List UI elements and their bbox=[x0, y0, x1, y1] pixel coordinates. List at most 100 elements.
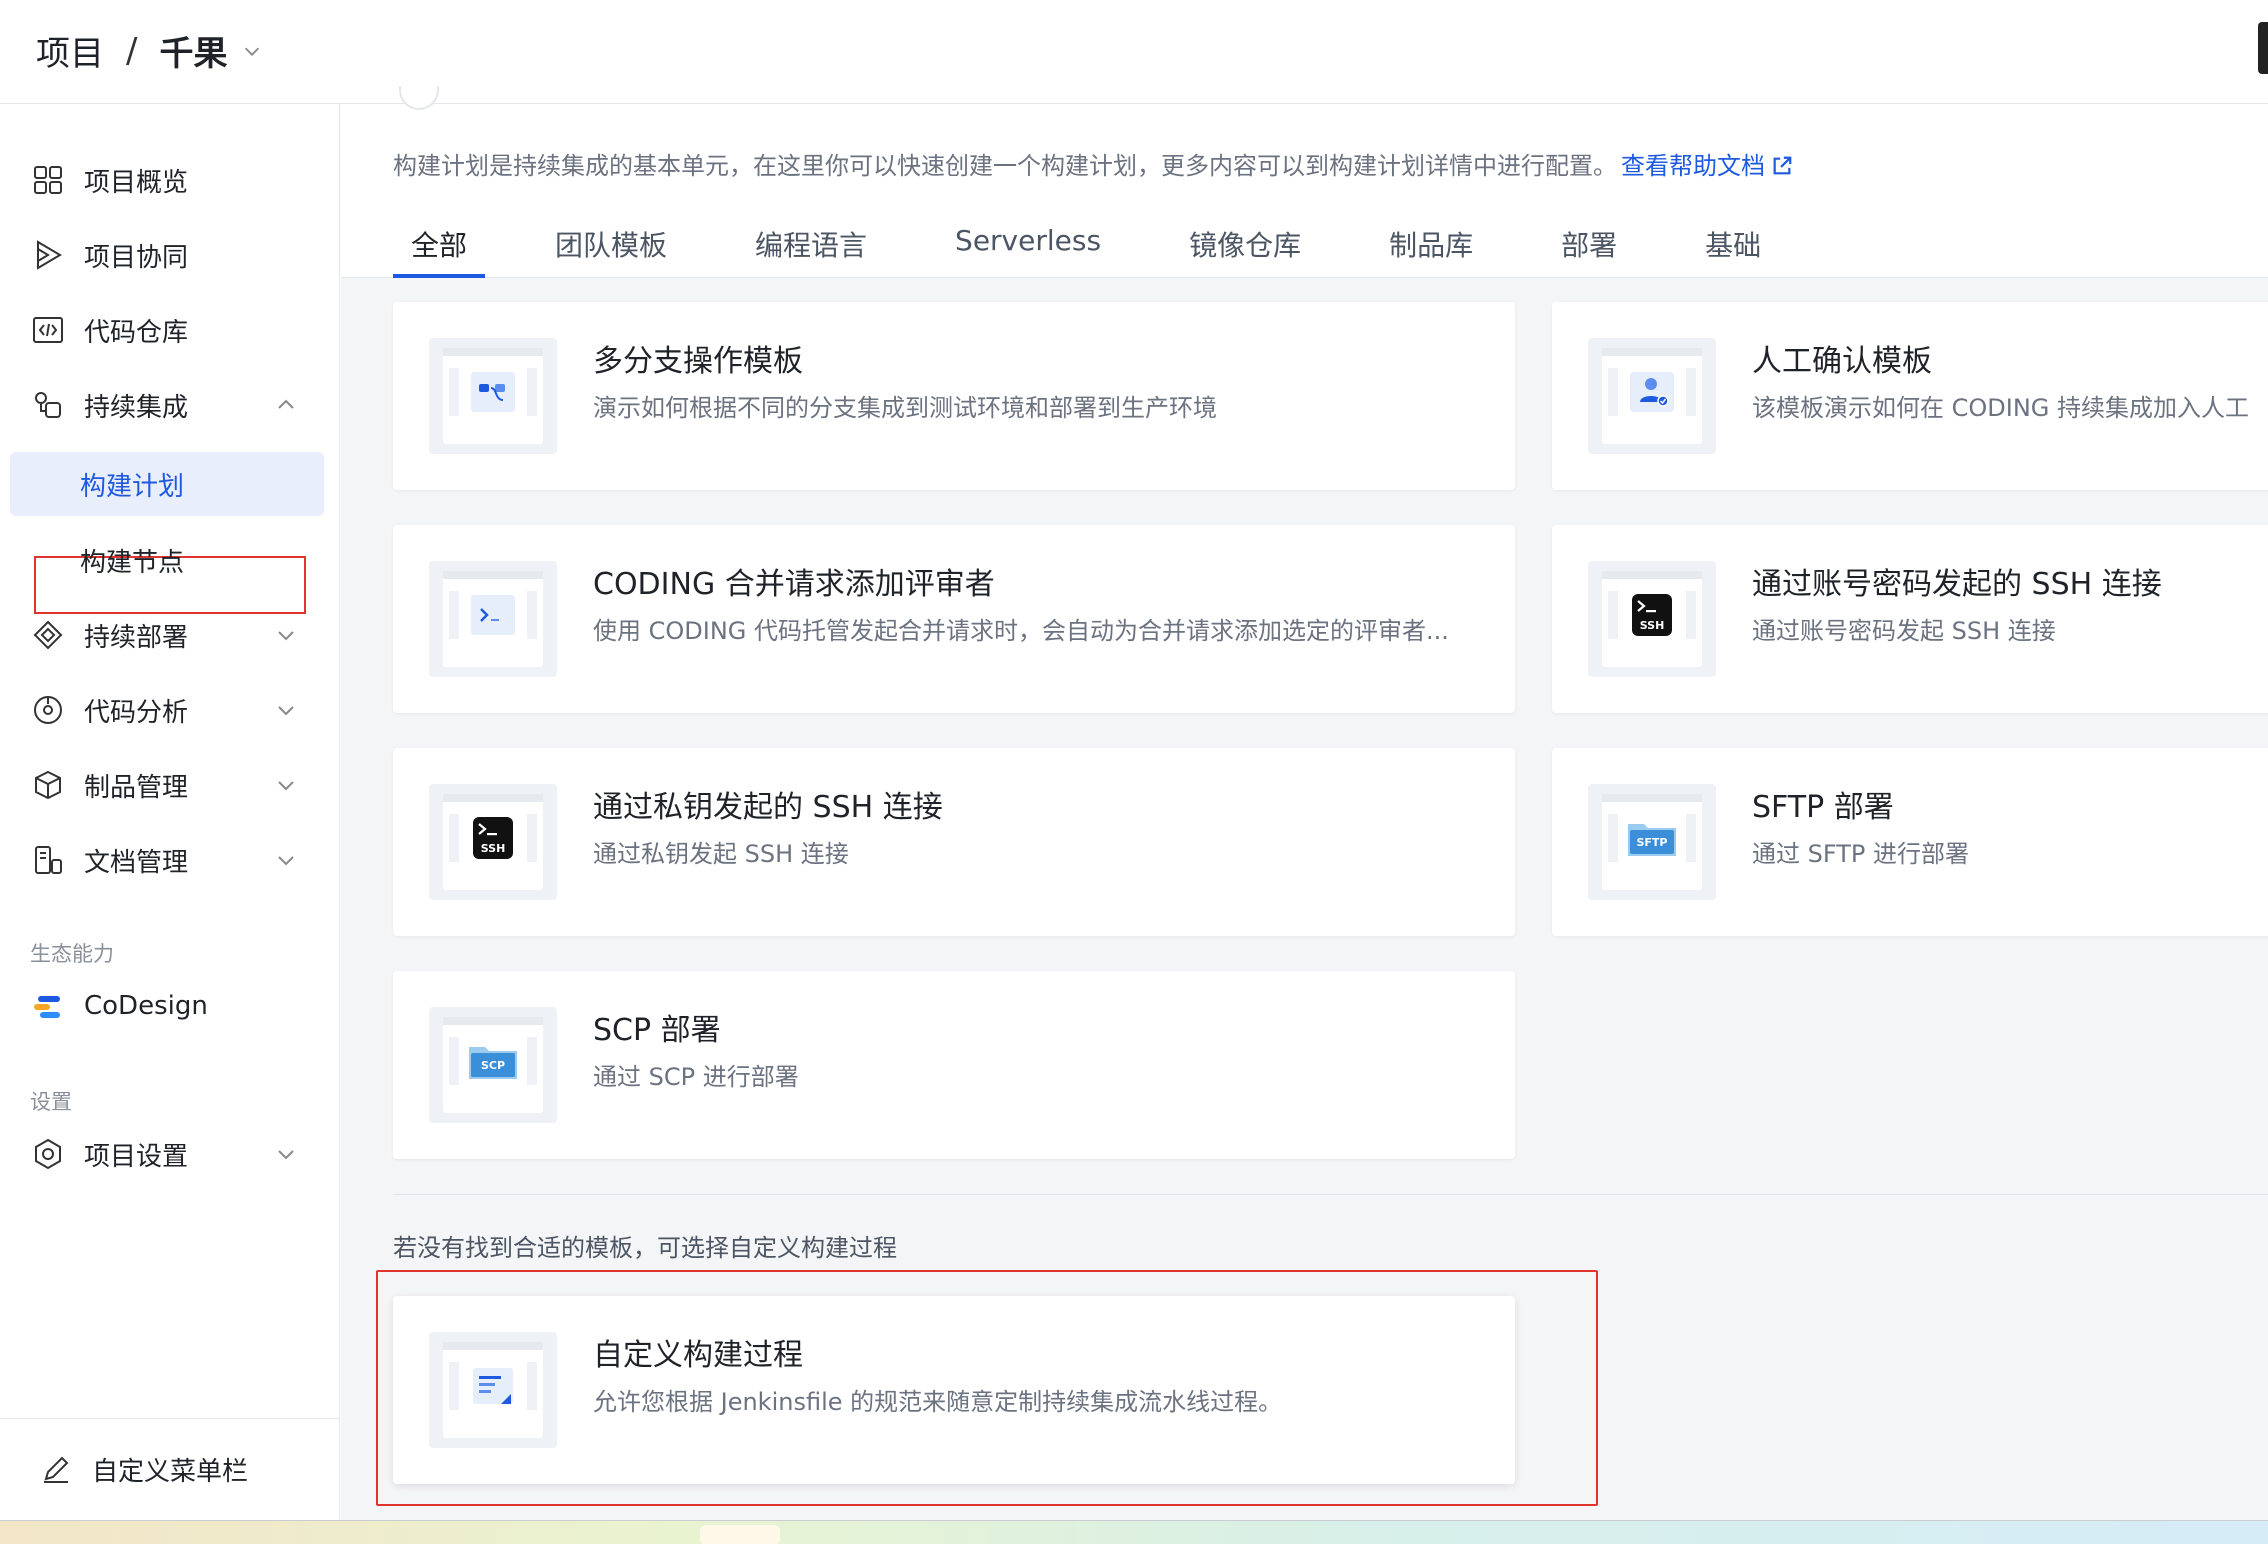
sidebar-subitem-label: 构建计划 bbox=[80, 471, 185, 502]
template-card-manual-confirm[interactable]: 人工确认模板 该模板演示如何在 CODING 持续集成加入人工 bbox=[1552, 302, 2268, 490]
tab-serverless[interactable]: Serverless bbox=[937, 216, 1119, 278]
tab-image-registry[interactable]: 镜像仓库 bbox=[1171, 216, 1319, 278]
sidebar-item-overview[interactable]: 项目概览 bbox=[0, 148, 340, 212]
template-title: 人工确认模板 bbox=[1752, 344, 1932, 379]
sidebar-item-label: 持续部署 bbox=[84, 622, 189, 653]
customize-menu-label: 自定义菜单栏 bbox=[92, 1457, 249, 1487]
codesign-logo-icon bbox=[30, 988, 66, 1024]
sidebar-item-project-settings[interactable]: 项目设置 bbox=[0, 1122, 340, 1186]
template-thumbnail bbox=[1588, 338, 1716, 454]
branch-icon bbox=[461, 362, 525, 422]
grid-icon bbox=[30, 162, 66, 198]
custom-build-title: 自定义构建过程 bbox=[593, 1338, 803, 1373]
template-card-multi-branch[interactable]: 多分支操作模板 演示如何根据不同的分支集成到测试环境和部署到生产环境 bbox=[393, 302, 1515, 490]
sidebar-item-artifacts[interactable]: 制品管理 bbox=[0, 753, 340, 817]
sidebar-item-ci[interactable]: 持续集成 bbox=[0, 373, 340, 437]
section-label-settings: 设置 bbox=[30, 1090, 72, 1114]
breadcrumb-section[interactable]: 项目 bbox=[36, 26, 104, 75]
template-thumbnail bbox=[429, 338, 557, 454]
template-title: 通过账号密码发起的 SSH 连接 bbox=[1752, 567, 2162, 602]
ci-icon bbox=[30, 387, 66, 423]
template-desc: 通过账号密码发起 SSH 连接 bbox=[1752, 617, 2056, 645]
main-header: 构建计划是持续集成的基本单元，在这里你可以快速创建一个构建计划，更多内容可以到构… bbox=[341, 86, 2268, 278]
sidebar-item-code-analysis[interactable]: 代码分析 bbox=[0, 678, 340, 742]
section-divider bbox=[393, 1194, 2268, 1195]
sidebar-item-label: 项目协同 bbox=[84, 242, 189, 273]
template-card-ssh-password[interactable]: SSH 通过账号密码发起的 SSH 连接 通过账号密码发起 SSH 连接 bbox=[1552, 525, 2268, 713]
template-card-merge-request-reviewers[interactable]: CODING 合并请求添加评审者 使用 CODING 代码托管发起合并请求时，会… bbox=[393, 525, 1515, 713]
document-edit-icon bbox=[461, 1356, 525, 1416]
template-thumbnail bbox=[429, 561, 557, 677]
sidebar-item-collaboration[interactable]: 项目协同 bbox=[0, 223, 340, 287]
main-content: 构建计划是持续集成的基本单元，在这里你可以快速创建一个构建计划，更多内容可以到构… bbox=[341, 86, 2268, 1520]
top-bar: 项目 / 千果 bbox=[0, 0, 2268, 104]
chevron-down-icon[interactable] bbox=[274, 1142, 298, 1166]
docs-icon bbox=[30, 842, 66, 878]
chevron-down-icon[interactable] bbox=[274, 773, 298, 797]
template-title: 多分支操作模板 bbox=[593, 344, 803, 379]
custom-build-desc: 允许您根据 Jenkinsfile 的规范来随意定制持续集成流水线过程。 bbox=[593, 1388, 1283, 1416]
custom-build-card[interactable]: 自定义构建过程 允许您根据 Jenkinsfile 的规范来随意定制持续集成流水… bbox=[393, 1296, 1515, 1484]
sidebar-item-cd[interactable]: 持续部署 bbox=[0, 603, 340, 667]
settings-hexagon-icon bbox=[30, 1136, 66, 1172]
sidebar-item-codesign[interactable]: CoDesign bbox=[0, 974, 340, 1038]
intro-text: 构建计划是持续集成的基本单元，在这里你可以快速创建一个构建计划，更多内容可以到构… bbox=[393, 146, 1793, 181]
chevron-down-icon[interactable] bbox=[274, 698, 298, 722]
sidebar-item-label: CoDesign bbox=[84, 991, 208, 1021]
template-title: 通过私钥发起的 SSH 连接 bbox=[593, 790, 943, 825]
breadcrumb-separator: / bbox=[126, 30, 138, 71]
tab-languages[interactable]: 编程语言 bbox=[737, 216, 885, 278]
template-thumbnail: SSH bbox=[1588, 561, 1716, 677]
chevron-up-icon[interactable] bbox=[274, 393, 298, 417]
package-icon bbox=[30, 767, 66, 803]
tab-artifact-repo[interactable]: 制品库 bbox=[1371, 216, 1491, 278]
sidebar-item-label: 代码分析 bbox=[84, 697, 189, 728]
breadcrumb: 项目 / 千果 bbox=[36, 26, 267, 75]
sidebar-item-label: 文档管理 bbox=[84, 847, 189, 878]
template-thumbnail bbox=[429, 1332, 557, 1448]
template-desc: 通过私钥发起 SSH 连接 bbox=[593, 840, 849, 868]
tab-all[interactable]: 全部 bbox=[393, 216, 486, 278]
chevron-down-icon[interactable] bbox=[274, 623, 298, 647]
tab-basic[interactable]: 基础 bbox=[1687, 216, 1779, 278]
partial-circle-element bbox=[399, 86, 439, 110]
sidebar-item-docs[interactable]: 文档管理 bbox=[0, 828, 340, 892]
analysis-icon bbox=[30, 692, 66, 728]
sidebar-subitem-label: 构建节点 bbox=[80, 547, 185, 578]
sidebar-item-label: 项目设置 bbox=[84, 1141, 189, 1172]
template-card-scp-deploy[interactable]: SCP SCP 部署 通过 SCP 进行部署 bbox=[393, 971, 1515, 1159]
sftp-badge-text: SFTP bbox=[1636, 836, 1667, 849]
chevron-down-icon[interactable] bbox=[274, 848, 298, 872]
template-tabs: 全部 团队模板 编程语言 Serverless 镜像仓库 制品库 部署 基础 bbox=[393, 216, 1831, 278]
top-right-edge-element bbox=[2258, 22, 2268, 74]
sidebar-item-label: 项目概览 bbox=[84, 167, 189, 198]
template-card-sftp-deploy[interactable]: SFTP SFTP 部署 通过 SFTP 进行部署 bbox=[1552, 748, 2268, 936]
project-name[interactable]: 千果 bbox=[159, 26, 227, 75]
play-icon bbox=[30, 237, 66, 273]
ssh-icon: SSH bbox=[1620, 585, 1684, 645]
help-doc-link[interactable]: 查看帮助文档 bbox=[1621, 152, 1765, 180]
template-title: SCP 部署 bbox=[593, 1013, 721, 1048]
template-thumbnail: SSH bbox=[429, 784, 557, 900]
template-title: SFTP 部署 bbox=[1752, 790, 1894, 825]
sidebar-item-code-repo[interactable]: 代码仓库 bbox=[0, 298, 340, 362]
external-link-icon[interactable] bbox=[1771, 155, 1793, 177]
template-desc: 通过 SFTP 进行部署 bbox=[1752, 840, 1970, 868]
template-card-ssh-private-key[interactable]: SSH 通过私钥发起的 SSH 连接 通过私钥发起 SSH 连接 bbox=[393, 748, 1515, 936]
user-check-icon bbox=[1620, 362, 1684, 422]
ssh-badge-text: SSH bbox=[481, 842, 506, 855]
scp-folder-icon: SCP bbox=[461, 1031, 525, 1091]
template-desc: 通过 SCP 进行部署 bbox=[593, 1063, 799, 1091]
deploy-icon bbox=[30, 617, 66, 653]
ssh-badge-text: SSH bbox=[1640, 619, 1665, 632]
customize-menu-button[interactable]: 自定义菜单栏 bbox=[0, 1418, 340, 1520]
template-desc: 使用 CODING 代码托管发起合并请求时，会自动为合并请求添加选定的评审者..… bbox=[593, 617, 1449, 645]
tab-deploy[interactable]: 部署 bbox=[1543, 216, 1635, 278]
template-desc: 演示如何根据不同的分支集成到测试环境和部署到生产环境 bbox=[593, 394, 1217, 422]
sidebar-subitem-build-plans[interactable]: 构建计划 bbox=[10, 452, 324, 516]
taskbar-pill bbox=[700, 1525, 780, 1544]
scp-badge-text: SCP bbox=[481, 1059, 505, 1072]
chevron-down-icon[interactable] bbox=[241, 38, 267, 64]
tab-team-templates[interactable]: 团队模板 bbox=[537, 216, 685, 278]
sidebar-subitem-build-nodes[interactable]: 构建节点 bbox=[0, 528, 340, 592]
